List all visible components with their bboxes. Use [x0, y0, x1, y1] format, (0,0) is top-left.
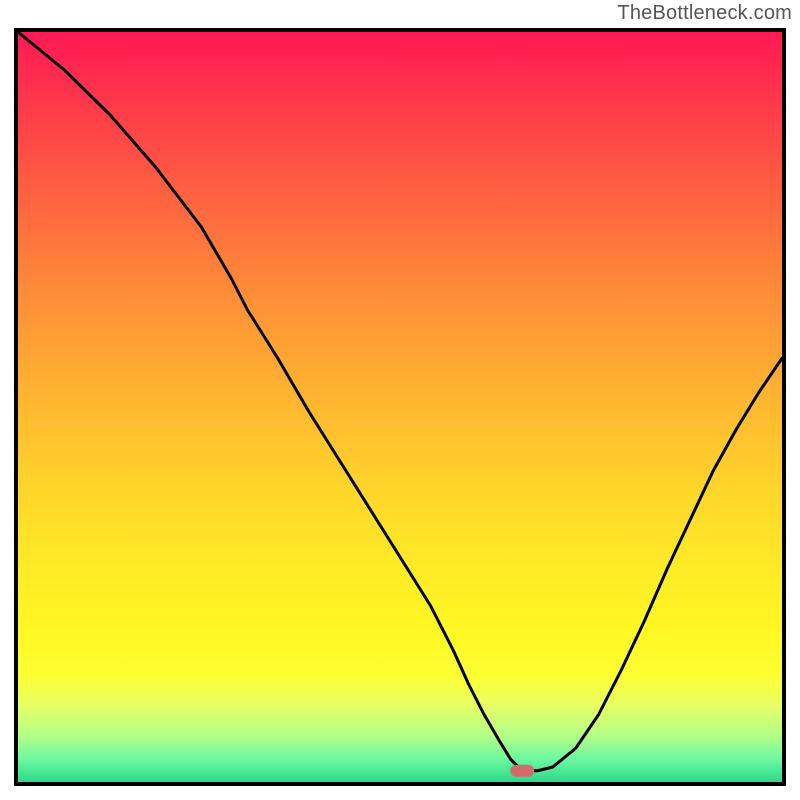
bottleneck-plot — [14, 28, 786, 786]
chart-svg — [14, 28, 786, 786]
gradient-background — [18, 32, 782, 782]
chart-container: TheBottleneck.com — [0, 0, 800, 800]
attribution-text: TheBottleneck.com — [617, 2, 792, 25]
optimal-marker — [510, 765, 534, 777]
